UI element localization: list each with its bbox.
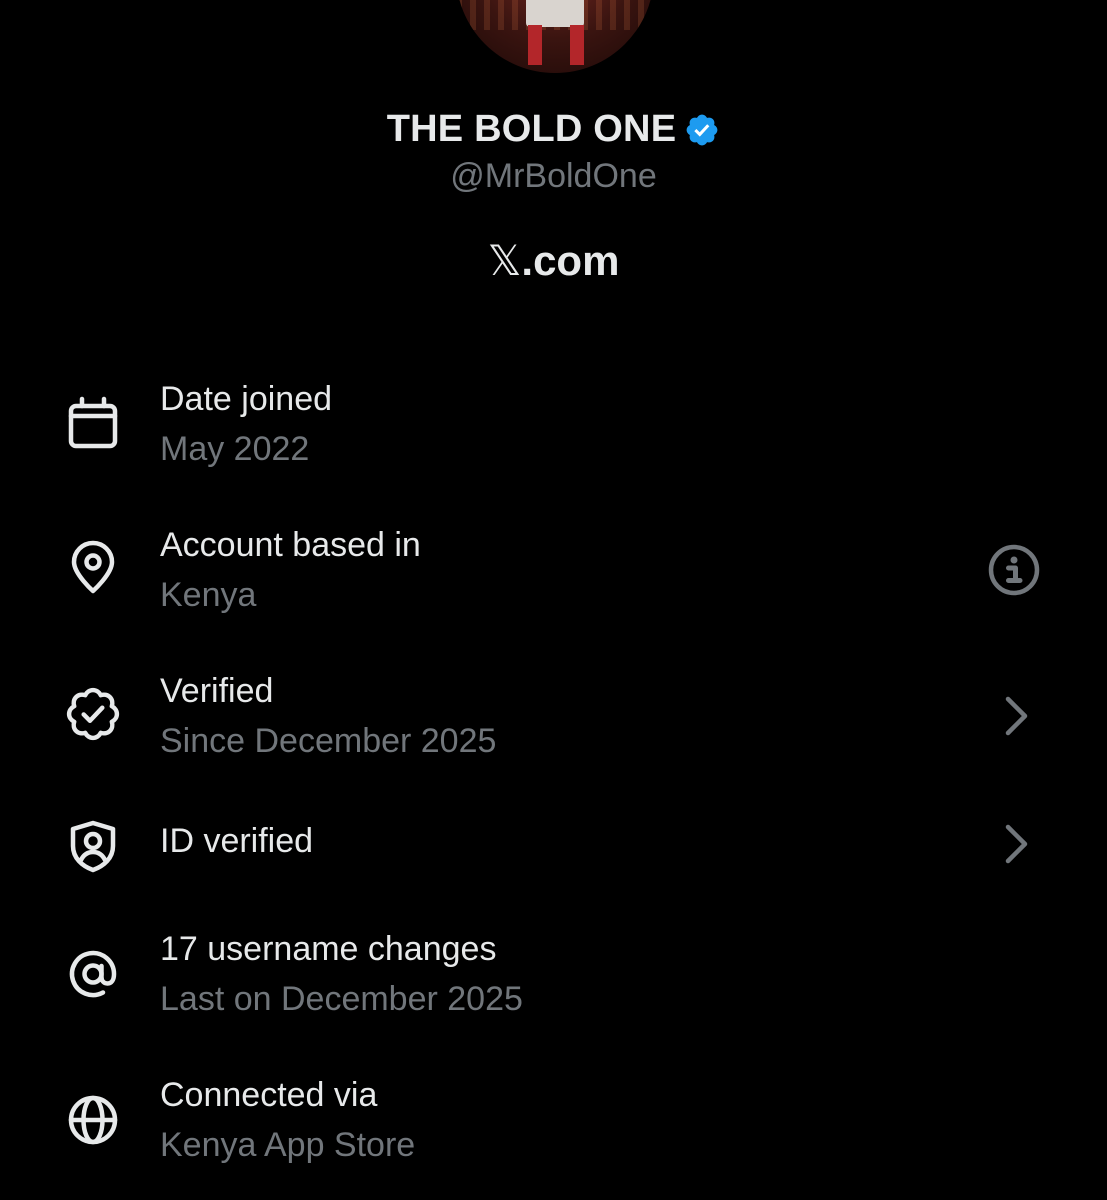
date-joined-row: Date joined May 2022 [0,370,1107,490]
row-subtitle: May 2022 [160,430,310,468]
connected-via-row: Connected via Kenya App Store [0,1072,1107,1192]
id-verified-row[interactable]: ID verified [0,808,1107,898]
avatar-player-leg [570,25,584,65]
row-title: Connected via [160,1076,378,1114]
chevron-right-icon[interactable] [988,688,1044,744]
profile-header: THE BOLD ONE @MrBoldOne [0,108,1107,196]
row-subtitle: Kenya App Store [160,1126,416,1164]
chevron-right-icon[interactable] [988,816,1044,872]
profile-handle: @MrBoldOne [450,157,657,195]
site-domain: .com [521,237,620,284]
info-icon[interactable] [986,542,1042,598]
verified-badge-icon [65,686,121,742]
site-link[interactable]: 𝕏.com [0,236,1107,285]
row-title: Account based in [160,526,421,564]
row-title: ID verified [160,822,314,860]
calendar-icon [65,394,121,450]
globe-icon [65,1092,121,1148]
row-title: Verified [160,672,274,710]
x-logo-icon: 𝕏 [487,236,522,285]
row-title: Date joined [160,380,333,418]
verified-row[interactable]: Verified Since December 2025 [0,662,1107,782]
account-based-in-row: Account based in Kenya [0,516,1107,636]
row-subtitle: Kenya [160,576,257,614]
display-name: THE BOLD ONE [386,108,677,150]
row-title: 17 username changes [160,930,497,968]
verified-check-icon[interactable] [684,112,720,148]
avatar-player [526,0,584,27]
row-subtitle: Last on December 2025 [160,980,523,1018]
display-name-row: THE BOLD ONE [387,108,721,151]
profile-avatar[interactable] [456,0,654,73]
location-pin-icon [65,540,121,596]
row-subtitle: Since December 2025 [160,722,497,760]
at-sign-icon [65,946,121,1002]
shield-user-icon [65,818,121,874]
username-changes-row: 17 username changes Last on December 202… [0,926,1107,1046]
avatar-player-leg [528,25,542,65]
